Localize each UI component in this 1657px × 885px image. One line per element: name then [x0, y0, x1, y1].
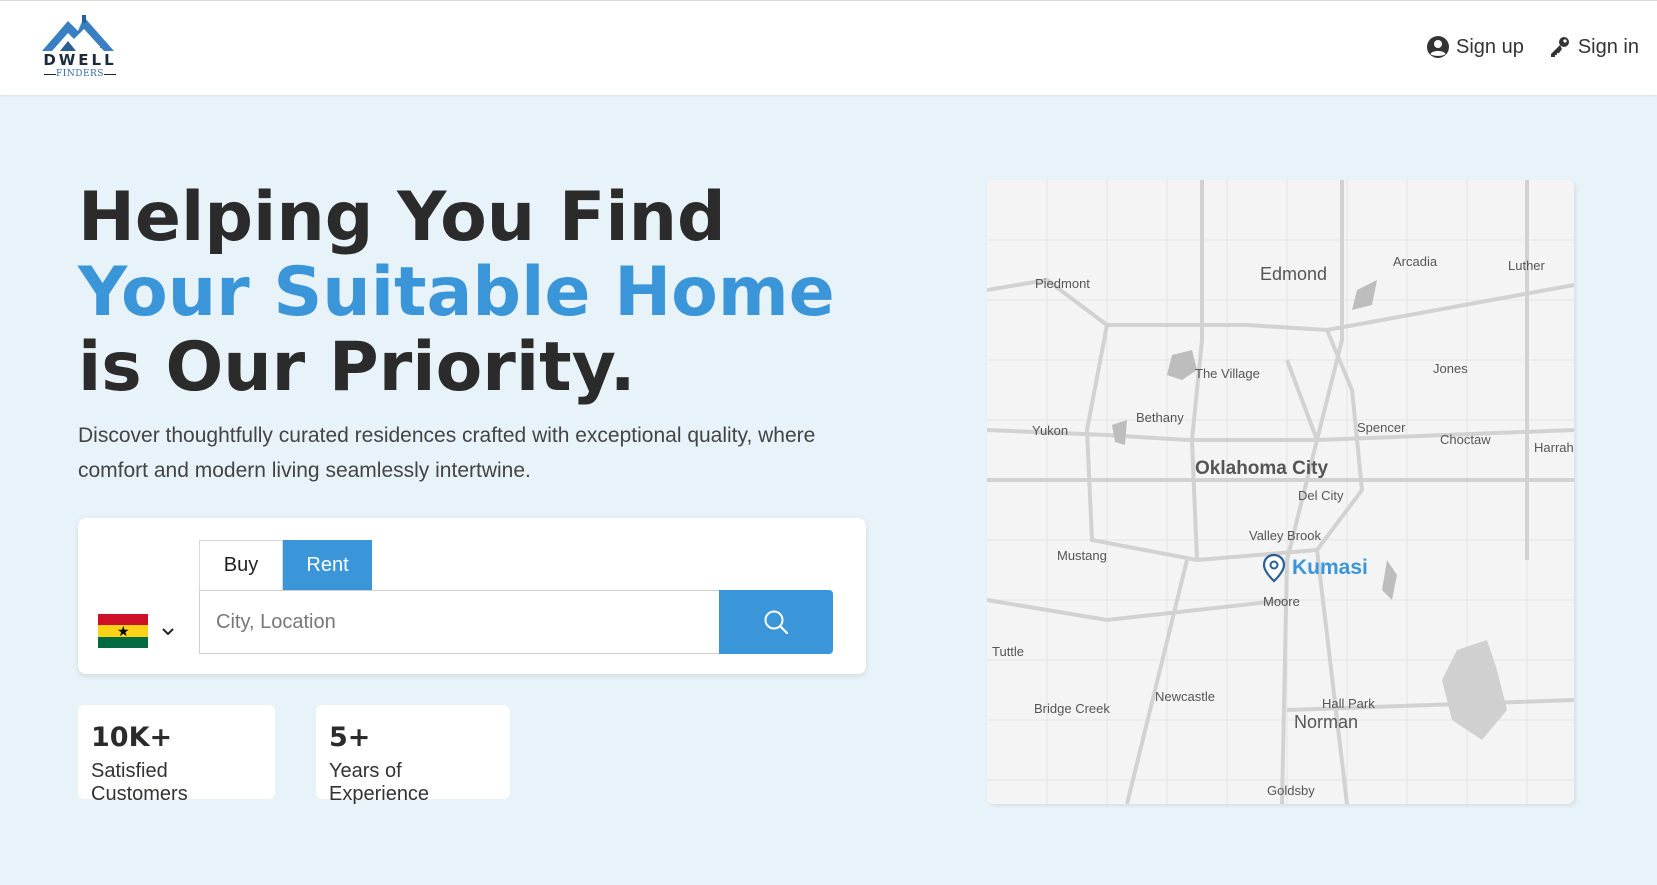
map-place-label: Hall Park — [1322, 696, 1375, 711]
key-icon — [1550, 37, 1569, 57]
map-place-label: Tuttle — [992, 644, 1025, 659]
hero-description: Discover thoughtfully curated residences… — [78, 424, 816, 482]
listing-type-tabs: Buy Rent — [199, 540, 372, 590]
search-card: ★ Buy Rent — [78, 518, 866, 674]
map-place-label: Valley Brook — [1249, 528, 1322, 543]
logo[interactable]: DWELL FINDERS — [38, 13, 118, 85]
ghana-flag-icon: ★ — [98, 614, 148, 648]
map-place-label: Arcadia — [1393, 254, 1438, 269]
search-button[interactable] — [719, 590, 833, 654]
map-city-label: Oklahoma City — [1195, 458, 1329, 479]
stat-value: 5+ — [329, 722, 371, 753]
stat-card-customers: 10K+ Satisfied Customers — [78, 705, 275, 805]
stat-value: 10K+ — [91, 722, 173, 753]
stat-label: Satisfied Customers — [91, 760, 188, 805]
map-pin-icon — [1262, 553, 1286, 583]
signup-label: Sign up — [1456, 35, 1524, 58]
map-place-label: Spencer — [1357, 420, 1406, 435]
tab-buy[interactable]: Buy — [199, 540, 283, 590]
map-place-label: Piedmont — [1035, 276, 1090, 291]
hero-title-line3: is Our Priority. — [78, 328, 636, 407]
signup-link[interactable]: Sign up — [1426, 35, 1524, 59]
hero-title-accent: Your Suitable Home — [78, 253, 835, 332]
map-place-label: Newcastle — [1155, 689, 1215, 704]
hero-title-line1: Helping You Find — [78, 178, 726, 257]
map-marker[interactable]: Kumasi — [1262, 553, 1368, 583]
user-circle-icon — [1427, 36, 1449, 58]
map-place-label: Goldsby — [1267, 783, 1315, 798]
signin-link[interactable]: Sign in — [1548, 35, 1639, 59]
map-place-label: Jones — [1433, 361, 1468, 376]
map-place-label: Harrah — [1534, 440, 1574, 455]
map-place-label: Bridge Creek — [1034, 701, 1110, 716]
map-place-label: Del City — [1298, 488, 1344, 503]
chevron-down-icon — [162, 628, 174, 636]
map-marker-label: Kumasi — [1292, 556, 1368, 579]
map-place-label: Luther — [1508, 258, 1545, 273]
logo-wordmark: DWELL — [43, 51, 117, 69]
location-map[interactable]: Piedmont Edmond Arcadia Luther The Villa… — [987, 180, 1574, 804]
search-icon — [764, 610, 789, 635]
hero-title: Helping You Find Your Suitable Home is O… — [78, 180, 878, 405]
map-place-label: The Village — [1195, 366, 1260, 381]
map-place-label: Yukon — [1032, 423, 1069, 438]
site-header: DWELL FINDERS Sign up Sign in — [0, 0, 1657, 95]
map-place-label: Bethany — [1136, 410, 1184, 425]
logo-divider — [104, 74, 116, 75]
location-search-input[interactable] — [199, 590, 719, 654]
tab-rent[interactable]: Rent — [283, 540, 372, 590]
country-select[interactable]: ★ — [98, 614, 176, 648]
house-roof-icon — [42, 15, 114, 51]
map-place-label: Norman — [1294, 712, 1359, 732]
map-place-label: Choctaw — [1440, 432, 1491, 447]
signin-label: Sign in — [1577, 35, 1639, 58]
map-place-label: Edmond — [1260, 264, 1328, 284]
stat-card-experience: 5+ Years of Experience — [316, 705, 510, 805]
stat-label: Years of Experience — [329, 760, 430, 805]
header-nav: Sign up Sign in — [1426, 35, 1639, 59]
map-place-label: Mustang — [1057, 548, 1107, 563]
map-place-label: Moore — [1263, 594, 1300, 609]
